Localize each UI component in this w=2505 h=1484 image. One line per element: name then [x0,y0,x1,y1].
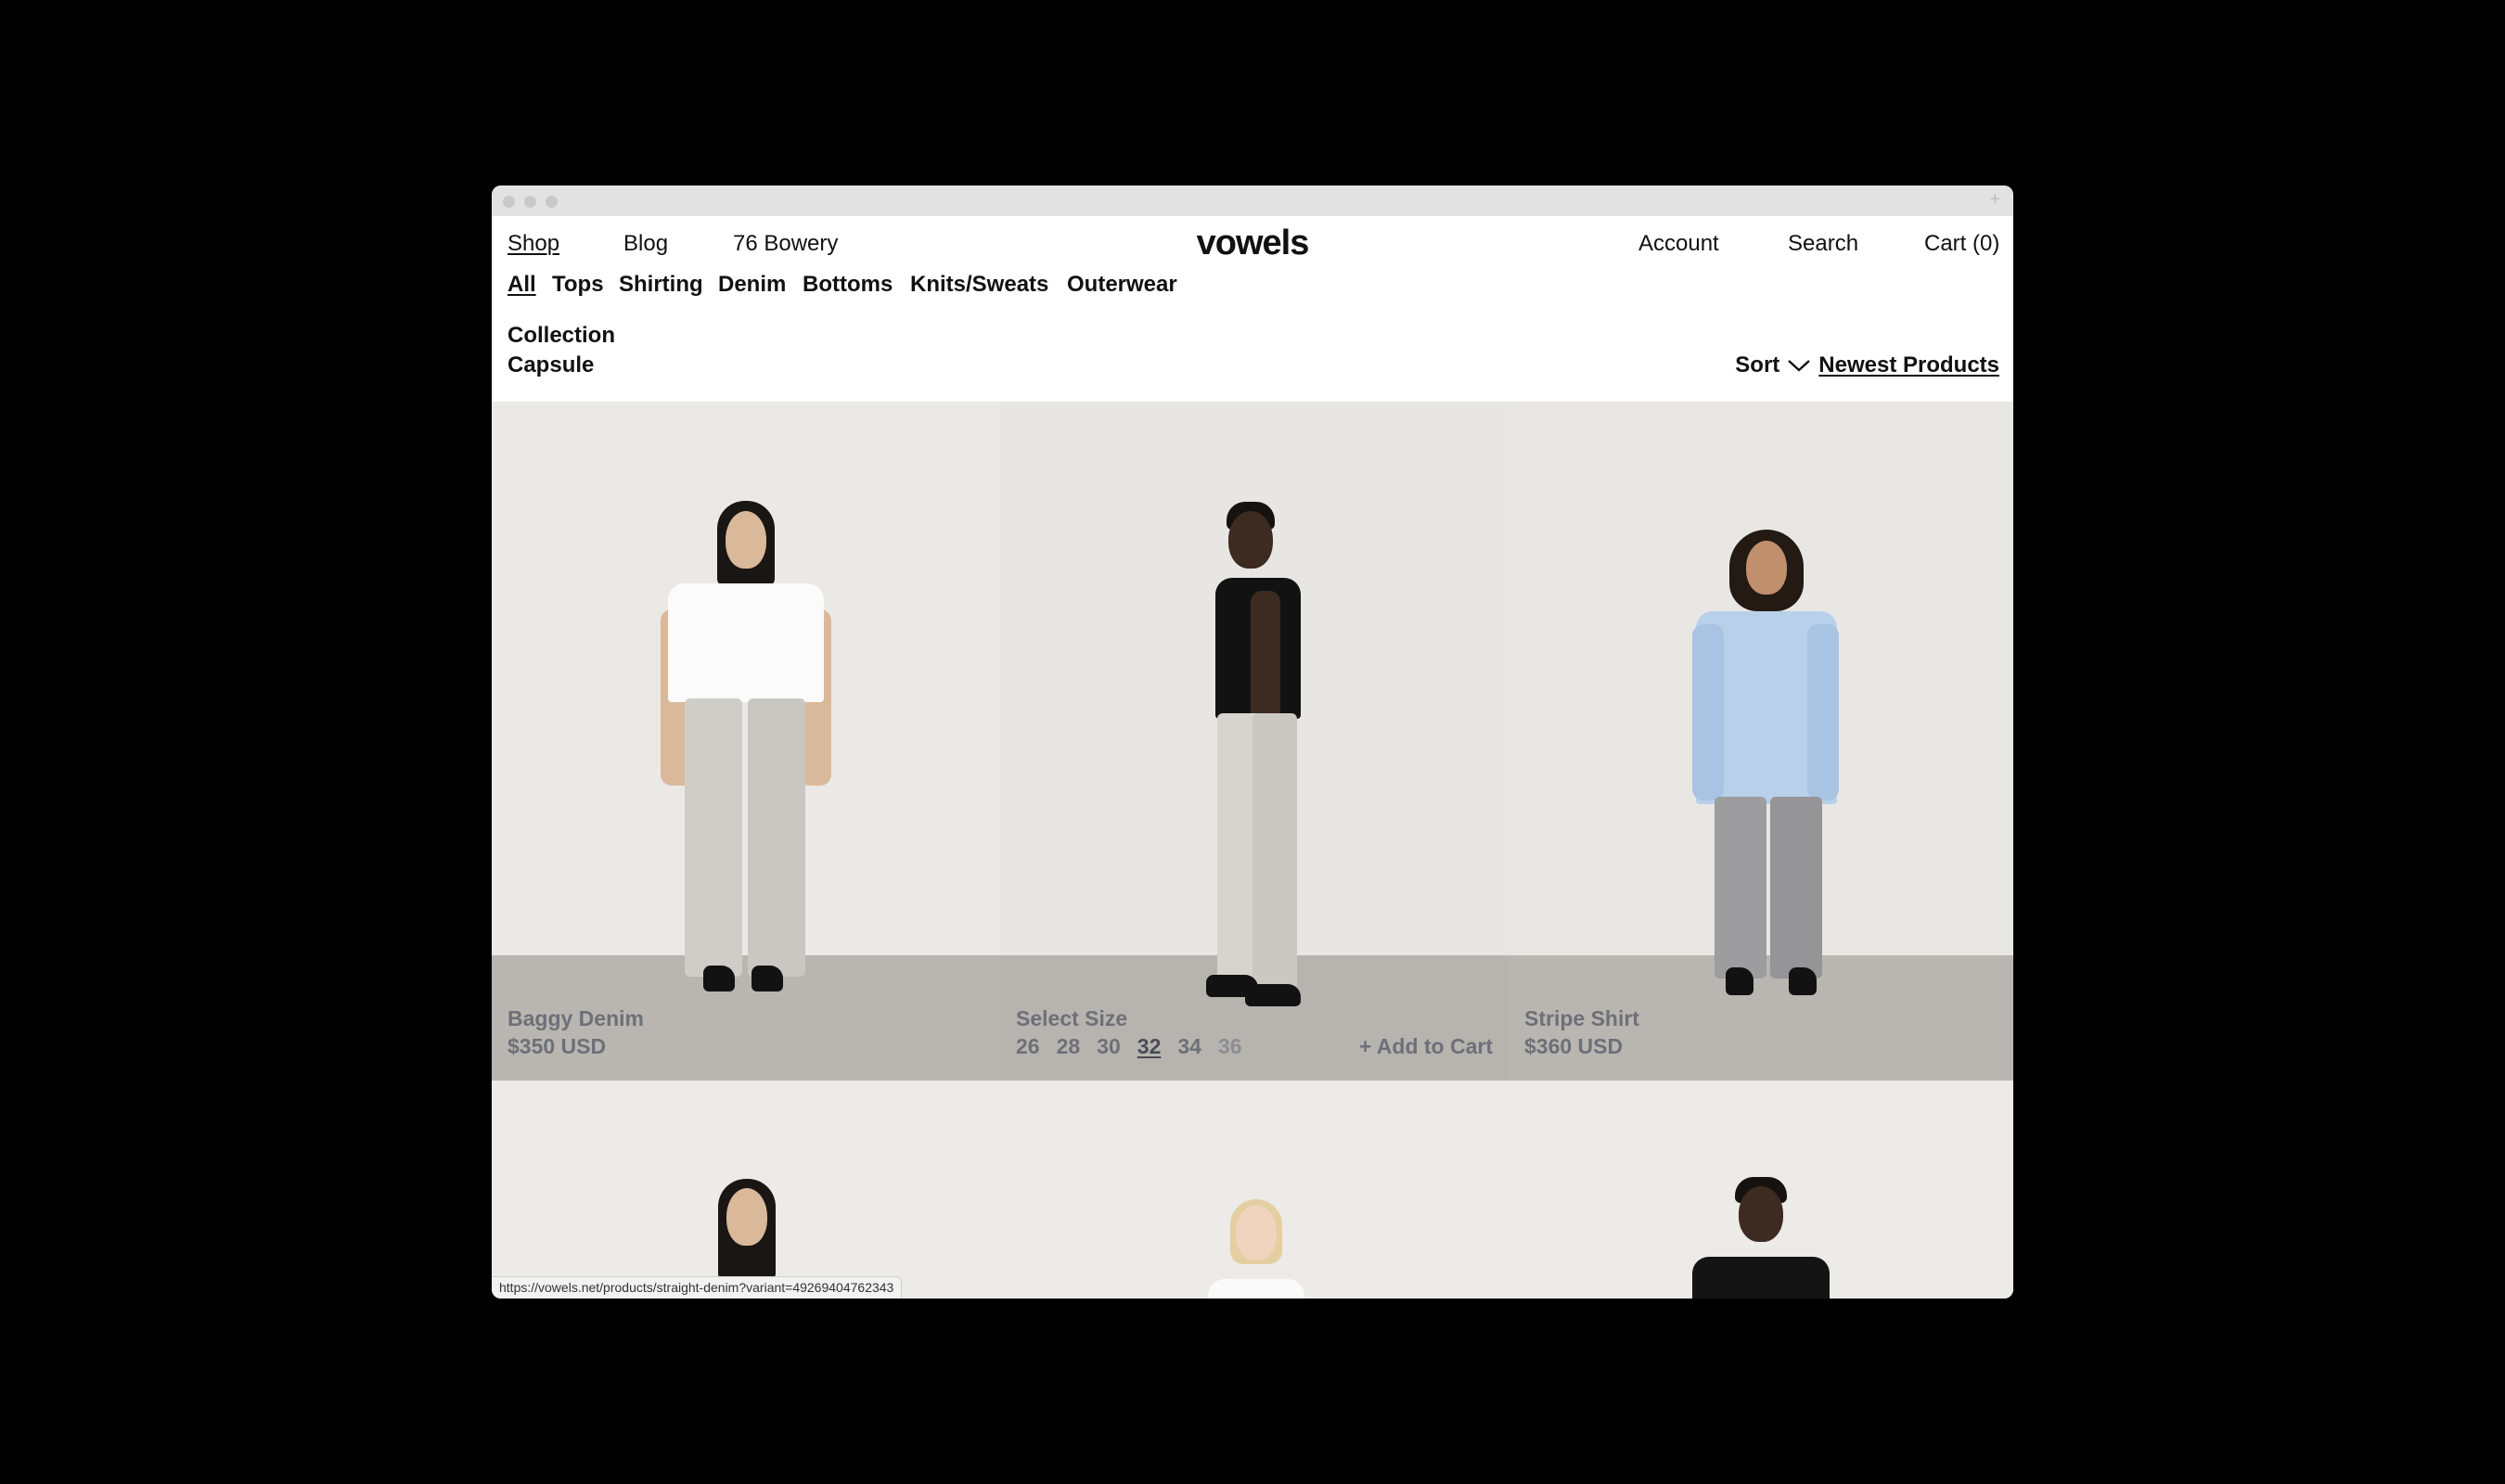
select-size-label: Select Size [1016,1006,1128,1030]
nav-account[interactable]: Account [1638,231,1719,257]
category-all[interactable]: All [507,272,536,298]
nav-cart[interactable]: Cart (0) [1924,231,1999,257]
product-image[interactable] [492,402,1000,1081]
size-option[interactable]: 28 [1057,1032,1081,1060]
size-option[interactable]: 30 [1097,1032,1121,1060]
add-to-cart-button[interactable]: + Add to Cart [1359,1032,1493,1060]
product-image[interactable] [492,1081,1000,1298]
size-options: 26 28 30 32 34 36 [1016,1032,1242,1060]
size-option[interactable]: 36 [1218,1032,1242,1060]
product-image[interactable] [1000,402,1509,1081]
category-knits-sweats[interactable]: Knits/Sweats [910,272,1048,298]
product-price: $360 USD [1524,1034,1624,1058]
size-option-selected[interactable]: 32 [1137,1032,1162,1060]
product-card-baggy-denim[interactable]: Baggy Denim $350 USD [492,402,1000,1081]
product-card[interactable] [1000,1081,1509,1298]
category-bottoms[interactable]: Bottoms [803,272,893,298]
link-status-bar: https://vowels.net/products/straight-den… [492,1276,903,1298]
product-name[interactable]: Baggy Denim [507,1004,644,1032]
site-page: Shop Blog 76 Bowery vowels Account Searc… [492,216,2013,1298]
category-denim[interactable]: Denim [718,272,786,298]
site-logo[interactable]: vowels [492,223,2013,263]
size-option[interactable]: 34 [1177,1032,1201,1060]
product-image[interactable] [1509,402,2013,1081]
sort-value[interactable]: Newest Products [1818,352,1999,379]
category-shirting[interactable]: Shirting [619,272,703,298]
collection-value[interactable]: Capsule [507,352,594,379]
close-window-button[interactable] [503,196,515,208]
category-tops[interactable]: Tops [552,272,604,298]
new-tab-icon[interactable]: + [1989,189,2000,210]
size-option[interactable]: 26 [1016,1032,1040,1060]
maximize-window-button[interactable] [546,196,558,208]
product-card[interactable] [492,1081,1000,1298]
product-image[interactable] [1509,1081,2013,1298]
browser-window: + Shop Blog 76 Bowery vowels Account Sea… [492,186,2013,1298]
product-name[interactable]: Stripe Shirt [1524,1004,1639,1032]
product-image[interactable] [1000,1081,1509,1298]
minimize-window-button[interactable] [524,196,536,208]
nav-search[interactable]: Search [1788,231,1858,257]
title-bar: + [492,186,2013,216]
product-card-stripe-shirt[interactable]: Stripe Shirt $360 USD [1509,402,2013,1081]
product-card-straight-denim[interactable]: Select Size 26 28 30 32 34 36 + Add to C… [1000,402,1509,1081]
chevron-down-icon[interactable] [1787,357,1811,374]
category-outerwear[interactable]: Outerwear [1067,272,1177,298]
sort-label: Sort [1735,352,1780,377]
product-price: $350 USD [507,1034,607,1058]
product-card[interactable] [1509,1081,2013,1298]
sort-control[interactable]: Sort Newest Products [1735,352,1999,379]
collection-label: Collection [507,323,616,348]
